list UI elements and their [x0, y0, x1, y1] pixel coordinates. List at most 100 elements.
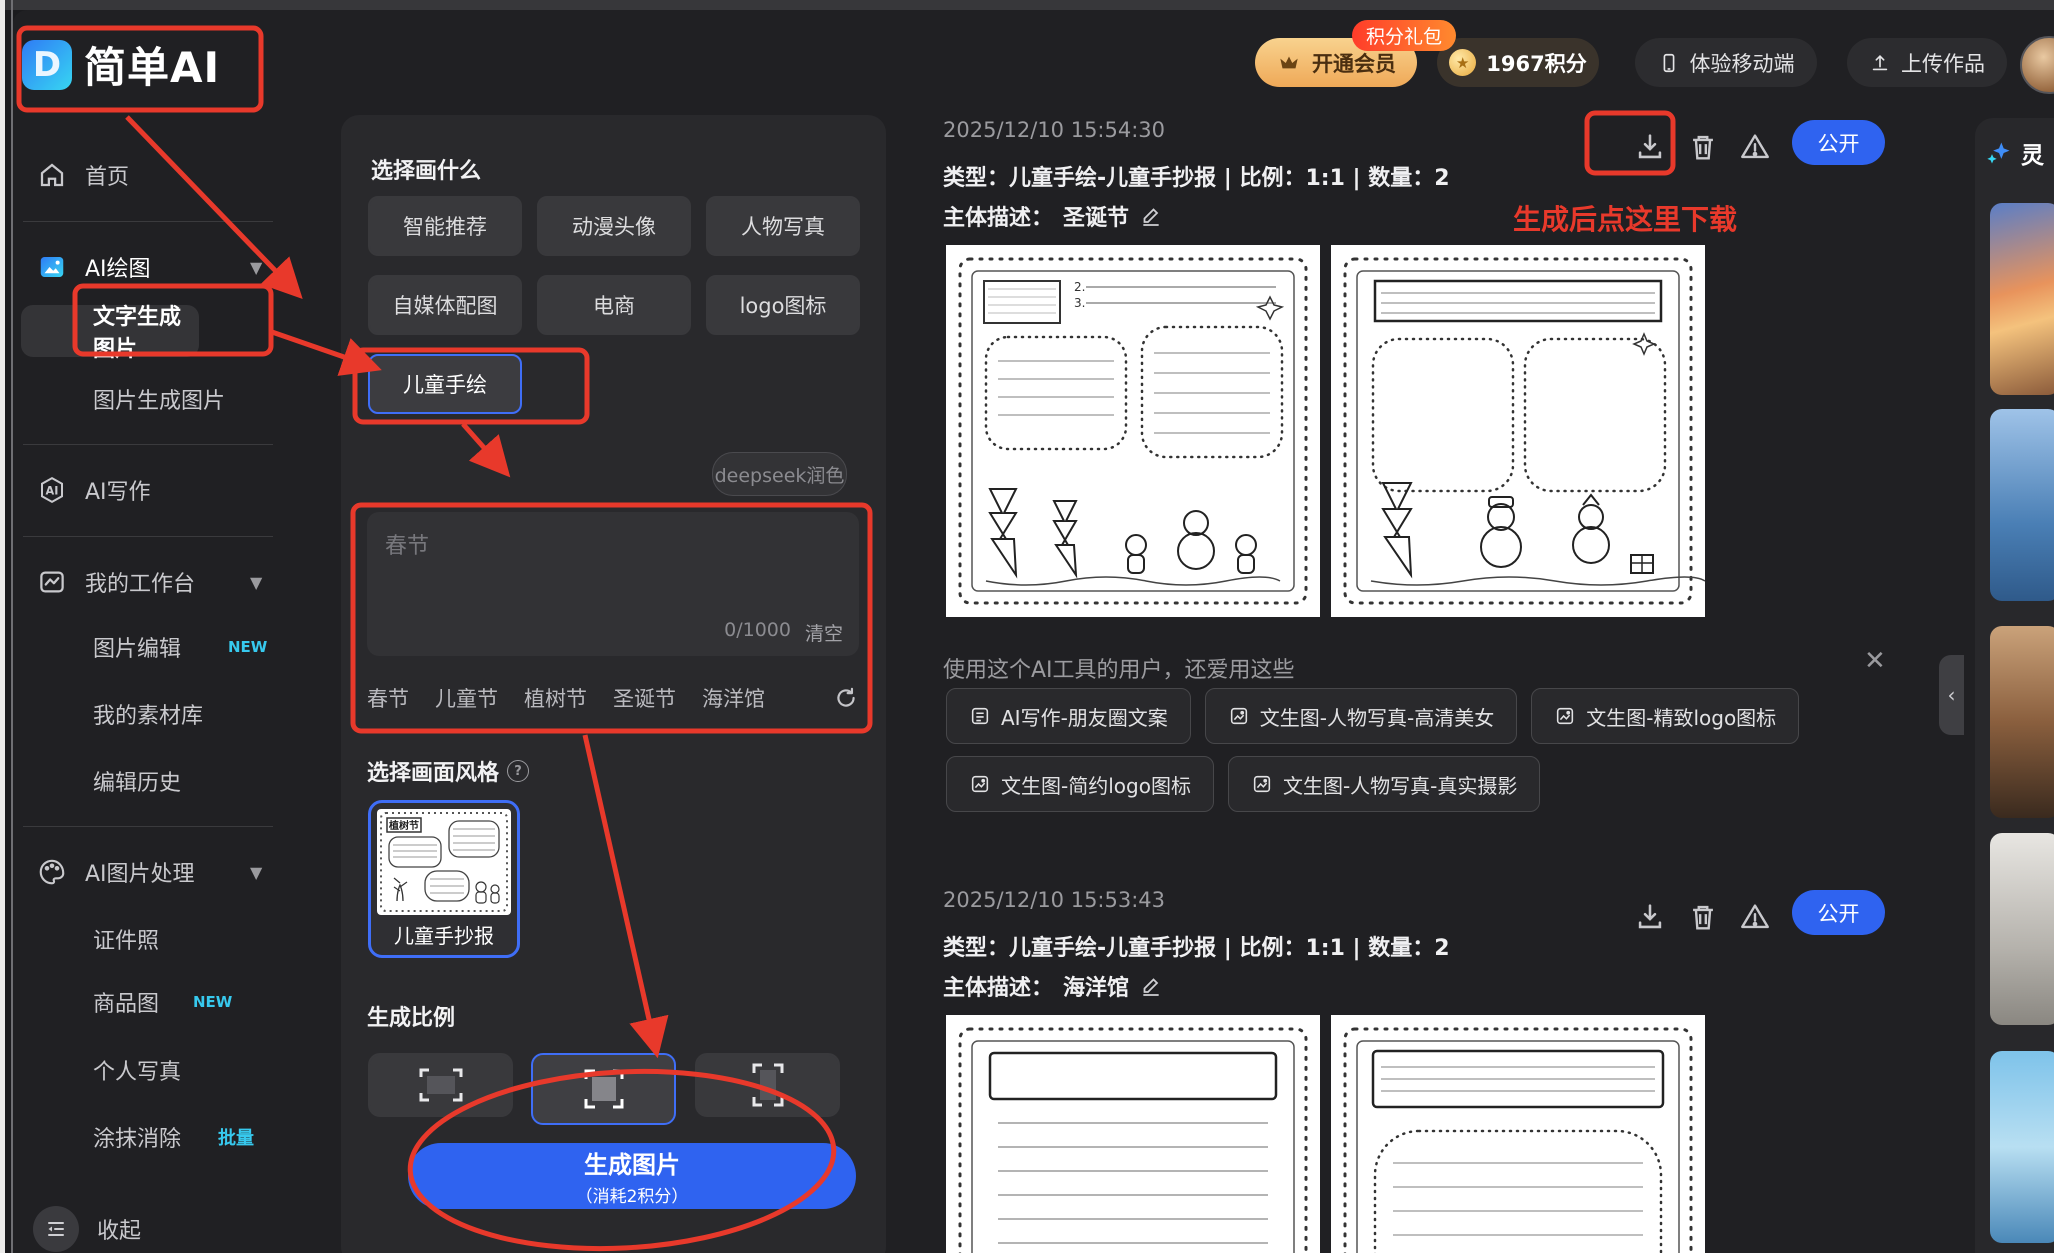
collapse-label: 收起: [97, 1219, 142, 1244]
sidebar-item-image-edit[interactable]: 图片编辑 NEW: [5, 621, 295, 673]
publish-button[interactable]: 公开: [1792, 890, 1885, 935]
download-icon[interactable]: [1633, 900, 1667, 934]
generated-image[interactable]: [1331, 1015, 1705, 1253]
report-icon[interactable]: [1738, 130, 1772, 164]
generator-panel: 选择画什么 智能推荐 动漫头像 人物写真 自媒体配图 电商 logo图标 儿童手…: [341, 115, 886, 1253]
sidebar-item-ai-draw[interactable]: AI绘图 ▼: [5, 241, 295, 293]
generate-label: 生成图片: [584, 1151, 680, 1179]
sidebar-item-ai-image-process[interactable]: AI图片处理 ▼: [5, 846, 295, 898]
sidebar-item-ai-writing[interactable]: AI AI写作: [5, 464, 295, 516]
generated-image[interactable]: [1331, 245, 1706, 617]
ai-writing-icon: AI: [41, 476, 63, 504]
tool-image-icon: [1557, 707, 1574, 725]
related-chip[interactable]: AI写作-朋友圈文案: [946, 688, 1191, 744]
related-chip[interactable]: 文生图-人物写真-真实摄影: [1227, 756, 1541, 812]
sidebar-item-workspace[interactable]: 我的工作台 ▼: [5, 556, 295, 608]
upload-work-button[interactable]: 上传作品: [1847, 38, 2007, 87]
category-ecommerce[interactable]: 电商: [537, 275, 691, 335]
suggestion-chip[interactable]: 植树节: [524, 683, 587, 713]
sidebar-item-label: 个人写真: [93, 1060, 182, 1085]
generated-image[interactable]: 2. 3.: [946, 245, 1320, 617]
edit-pencil-icon[interactable]: [1139, 204, 1163, 228]
close-icon[interactable]: ✕: [1864, 648, 1886, 674]
sidebar-item-my-assets[interactable]: 我的素材库: [5, 688, 295, 740]
strip-collapse-handle[interactable]: ‹: [1939, 655, 1964, 735]
sparkle-icon: [1987, 142, 2010, 164]
phone-icon: [1663, 53, 1674, 72]
trash-icon[interactable]: [1686, 900, 1720, 934]
sidebar-collapse-button[interactable]: 收起: [33, 1206, 141, 1252]
desc-value: 圣诞节: [1063, 206, 1130, 231]
inspiration-header: 灵: [1985, 136, 2044, 170]
results-panel: 2025/12/10 15:54:30 公开 类型：儿童手绘-儿童手抄报 | 比…: [943, 118, 1887, 1253]
suggestion-chip[interactable]: 圣诞节: [613, 683, 676, 713]
category-logo[interactable]: logo图标: [706, 275, 860, 335]
clear-button[interactable]: 清空: [805, 619, 843, 646]
suggestion-chip[interactable]: 儿童节: [435, 683, 498, 713]
sidebar-item-product-image[interactable]: 商品图 NEW: [5, 976, 295, 1028]
publish-button[interactable]: 公开: [1792, 120, 1885, 165]
points-gift-badge[interactable]: 积分礼包: [1352, 20, 1457, 51]
report-icon[interactable]: [1738, 900, 1772, 934]
generate-button[interactable]: 生成图片 （消耗2积分）: [408, 1143, 856, 1209]
section-title-style: 选择画面风格 ?: [367, 755, 530, 787]
inspiration-thumb[interactable]: [1990, 626, 2054, 818]
sidebar-item-portrait[interactable]: 个人写真: [5, 1044, 295, 1096]
style-thumbnail: 植树节: [377, 809, 511, 915]
download-icon[interactable]: [1633, 130, 1667, 164]
sidebar-item-home[interactable]: 首页: [5, 149, 295, 201]
home-icon: [40, 163, 64, 187]
related-chips-row2: 文生图-简约logo图标 文生图-人物写真-真实摄影: [946, 756, 1541, 812]
ratio-landscape-button[interactable]: [368, 1053, 513, 1117]
section-title-what: 选择画什么: [371, 159, 482, 184]
prompt-suggestions: 春节 儿童节 植树节 圣诞节 海洋馆: [367, 683, 859, 713]
ratio-portrait-button[interactable]: [695, 1053, 840, 1117]
category-media[interactable]: 自媒体配图: [368, 275, 522, 335]
sidebar-item-label: 我的工作台: [85, 572, 196, 597]
sidebar-item-image2image[interactable]: 图片生成图片: [5, 373, 295, 425]
refresh-icon[interactable]: [833, 685, 859, 711]
sidebar-item-erase[interactable]: 涂抹消除 批量: [5, 1111, 295, 1163]
divider: [23, 536, 273, 537]
inspiration-thumb[interactable]: [1990, 833, 2054, 1025]
inspiration-title: 灵: [2021, 143, 2044, 169]
inspiration-thumb[interactable]: [1990, 1051, 2054, 1243]
generate-cost: （消耗2积分）: [575, 1187, 689, 1207]
related-chip[interactable]: 文生图-简约logo图标: [946, 756, 1214, 812]
divider: [23, 826, 273, 827]
generated-image[interactable]: [946, 1015, 1320, 1253]
inspiration-thumb[interactable]: [1990, 409, 2054, 601]
edit-pencil-icon[interactable]: [1139, 974, 1163, 998]
ratio-square-button[interactable]: [531, 1053, 676, 1125]
tool-image-icon: [1253, 775, 1271, 793]
style-card-kids-newspaper[interactable]: 植树节 儿童手抄报: [368, 800, 520, 958]
trash-icon[interactable]: [1686, 130, 1720, 164]
credits-button[interactable]: ★ 1967积分: [1437, 38, 1599, 87]
sidebar-item-label: 图片编辑: [93, 637, 182, 662]
result-meta: 类型：儿童手绘-儿童手抄报 | 比例：1:1 | 数量：2: [943, 936, 1450, 961]
batch-badge: 批量: [218, 1128, 254, 1149]
result-description: 主体描述： 圣诞节: [943, 200, 1163, 232]
category-portrait[interactable]: 人物写真: [706, 196, 860, 256]
related-chip[interactable]: 文生图-精致logo图标: [1531, 688, 1800, 744]
new-badge: NEW: [193, 993, 233, 1011]
result-meta: 类型：儿童手绘-儿童手抄报 | 比例：1:1 | 数量：2: [943, 166, 1450, 191]
inspiration-thumb[interactable]: [1990, 203, 2054, 395]
category-kids-drawing[interactable]: 儿童手绘: [368, 354, 522, 414]
sidebar-item-text2image[interactable]: 文字生成图片: [21, 305, 199, 362]
question-icon[interactable]: ?: [507, 760, 530, 782]
related-chips-row1: AI写作-朋友圈文案 文生图-人物写真-高清美女 文生图-精致logo图标: [946, 688, 1800, 744]
divider: [23, 221, 273, 222]
app-logo[interactable]: D 简单AI: [22, 34, 220, 95]
deepseek-polish-button[interactable]: deepseek润色: [712, 452, 847, 496]
category-anime[interactable]: 动漫头像: [537, 196, 691, 256]
sidebar-item-id-photo[interactable]: 证件照: [5, 913, 295, 965]
suggestion-chip[interactable]: 海洋馆: [702, 683, 765, 713]
related-chip[interactable]: 文生图-人物写真-高清美女: [1204, 688, 1518, 744]
chevron-down-icon: ▼: [250, 862, 263, 882]
category-smart[interactable]: 智能推荐: [368, 196, 522, 256]
sidebar-item-edit-history[interactable]: 编辑历史: [5, 755, 295, 807]
suggestion-chip[interactable]: 春节: [367, 683, 409, 713]
mobile-app-button[interactable]: 体验移动端: [1635, 38, 1817, 87]
result-description: 主体描述： 海洋馆: [943, 970, 1163, 1002]
